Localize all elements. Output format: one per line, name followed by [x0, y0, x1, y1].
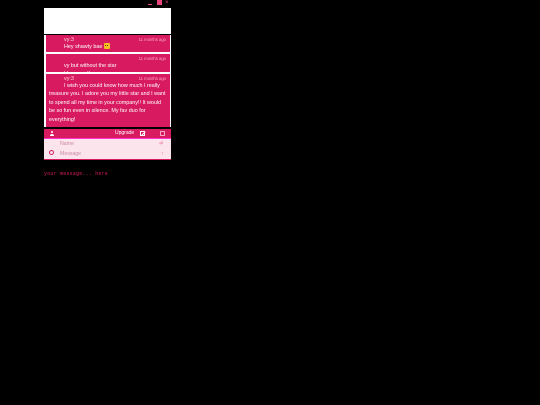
message-hint: your message... here — [44, 171, 109, 177]
message-item: vy:3 11 months ago I wish you could know… — [46, 74, 170, 127]
message-author: vy:3 — [64, 37, 74, 43]
message-item: vy:3 11 months ago Hey shawty bae — [46, 35, 170, 52]
send-icon[interactable]: ⏎ — [159, 141, 163, 147]
name-input[interactable]: Name — [60, 141, 74, 147]
close-icon[interactable]: × — [165, 0, 169, 6]
maximize-icon[interactable] — [157, 0, 162, 5]
window-controls: × — [146, 0, 172, 7]
fullscreen-icon[interactable] — [160, 131, 165, 136]
chat-widget: vy:3 11 months ago Hey shawty bae 11 mon… — [44, 8, 171, 160]
scroll-up-icon[interactable]: ↑ — [161, 151, 164, 157]
smiley-icon[interactable] — [49, 150, 54, 155]
minimize-icon[interactable] — [148, 4, 152, 5]
message-text-content: I wish you could know how much I really … — [49, 83, 166, 123]
message-list[interactable]: vy:3 11 months ago Hey shawty bae 11 mon… — [44, 35, 171, 127]
message-time: 11 months ago — [138, 76, 166, 81]
message-form: Name ⏎ Message ↑ — [44, 139, 171, 160]
edit-icon[interactable] — [140, 131, 145, 136]
message-input[interactable]: Message — [60, 151, 81, 157]
chat-header-area — [44, 8, 171, 34]
message-author: vy:3 — [64, 76, 74, 82]
chat-toolbar: Upgrade — [44, 129, 171, 139]
message-time: 11 months ago — [138, 56, 166, 61]
message-text-content: Hey shawty bae — [64, 44, 103, 50]
user-icon[interactable] — [50, 131, 54, 136]
message-time: 11 months ago — [138, 37, 166, 42]
smiley-emoji-icon — [103, 43, 110, 49]
message-item: 11 months ago vy but without the star I … — [46, 54, 170, 77]
upgrade-link[interactable]: Upgrade — [115, 129, 134, 138]
